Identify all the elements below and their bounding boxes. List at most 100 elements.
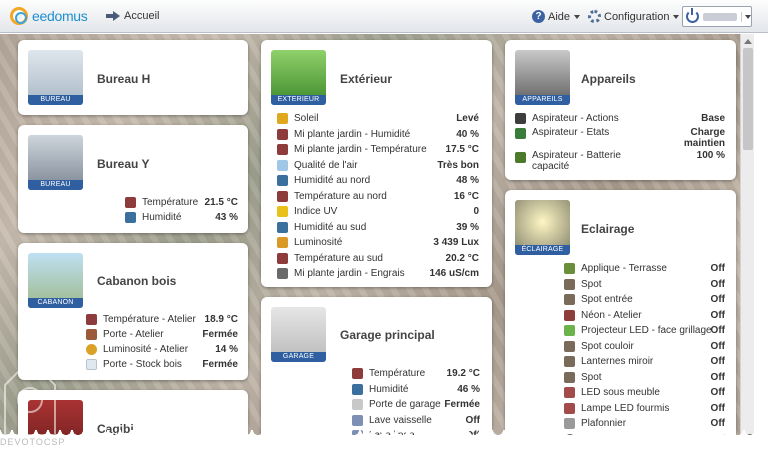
row-label: Qualité de l'air <box>294 159 358 171</box>
list-item[interactable]: Humidité au nord 48 % <box>277 173 479 188</box>
list-item[interactable]: Température au nord 16 °C <box>277 189 479 204</box>
row-value: Off <box>710 371 725 383</box>
card-title: Bureau H <box>97 72 151 86</box>
list-item[interactable]: Mi plante jardin - Engrais 146 uS/cm <box>277 266 479 281</box>
row-value: Off <box>710 387 725 398</box>
row-value: 16 °C <box>453 190 479 202</box>
row-label: Aspirateur - Actions <box>532 113 619 124</box>
scroll-thumb[interactable] <box>743 48 753 150</box>
card-title: Garage principal <box>340 328 435 342</box>
row-value: 48 % <box>456 175 479 186</box>
list-item[interactable]: Humidité au sud 39 % <box>277 220 479 235</box>
list-item[interactable]: Température au sud 20.2 °C <box>277 251 479 266</box>
list-item[interactable]: Soleil Levé <box>277 111 479 126</box>
row-value: Off <box>710 278 725 290</box>
list-item[interactable]: Aspirateur - Etats Charge maintien <box>515 126 725 149</box>
list-item[interactable]: Mi plante jardin - Température 17.5 °C <box>277 142 479 157</box>
eclairage-thumbnail: ÉCLAIRAGE <box>515 200 570 255</box>
vertical-scrollbar[interactable] <box>740 34 754 444</box>
list-item[interactable]: Porte - Atelier Fermée <box>86 327 238 342</box>
room-card-exterieur[interactable]: EXTERIEUR Extérieur Soleil Levé Mi plante … <box>261 40 492 287</box>
list-item[interactable]: Température - Atelier 18.9 °C <box>86 312 238 327</box>
configuration-menu[interactable]: Configuration <box>588 10 680 23</box>
list-item[interactable]: Humidité 46 % <box>352 382 480 397</box>
light-icon <box>564 418 575 429</box>
list-item[interactable]: Néon - Atelier Off <box>564 308 725 323</box>
room-card-appareils[interactable]: APPAREILS Appareils Aspirateur - Actions… <box>505 40 736 180</box>
room-card-bureau-y[interactable]: BUREAU Bureau Y Température 21.5 °C Humi… <box>18 125 248 233</box>
row-label: Projecteur LED - face grillage <box>581 325 711 336</box>
list-item[interactable]: Lave vaisselle Off <box>352 413 480 428</box>
list-item[interactable]: Spot Off <box>564 370 725 385</box>
list-item[interactable]: Lampe LED fourmis Off <box>564 401 725 416</box>
list-item[interactable]: Luminosité 3 439 Lux <box>277 235 479 250</box>
row-value: 100 % <box>696 150 725 161</box>
arrow-right-icon <box>106 11 120 21</box>
list-item[interactable]: Projecteur LED - face grillage Off <box>564 323 725 338</box>
list-item[interactable]: Humidité 43 % <box>125 210 238 225</box>
light-icon <box>564 309 575 321</box>
row-value: 39 % <box>456 221 479 233</box>
row-label: Lampe LED fourmis <box>581 402 670 414</box>
light-icon <box>564 387 575 398</box>
torn-edge <box>0 430 768 454</box>
card-title: Appareils <box>581 72 636 86</box>
row-value: Base <box>701 113 725 124</box>
list-item[interactable]: Spot Off <box>564 277 725 292</box>
bureau-y-thumbnail: BUREAU <box>28 135 83 190</box>
scroll-up-icon[interactable] <box>744 39 752 44</box>
cabanon-thumbnail: CABANON <box>28 253 83 308</box>
list-item[interactable]: LED sous meuble Off <box>564 385 725 400</box>
list-item[interactable]: Plafonnier Off <box>564 416 725 431</box>
list-item[interactable]: Porte - Stock bois Fermée <box>86 357 238 372</box>
list-item[interactable]: Qualité de l'air Très bon <box>277 158 479 173</box>
thumbnail-caption: CABANON <box>28 298 83 308</box>
list-item[interactable]: Mi plante jardin - Humidité 40 % <box>277 127 479 142</box>
vacuum-icon <box>515 113 526 124</box>
row-label: Spot <box>581 371 602 383</box>
list-item[interactable]: Luminosité - Atelier 14 % <box>86 342 238 357</box>
row-label: Température au sud <box>294 252 383 264</box>
row-value: 17.5 °C <box>445 144 479 155</box>
card-title: Extérieur <box>340 72 393 86</box>
card-title: Bureau Y <box>97 157 150 171</box>
eedomus-logo[interactable]: eedomus <box>10 7 88 25</box>
appareils-thumbnail: APPAREILS <box>515 50 570 105</box>
account-menu[interactable] <box>682 6 752 27</box>
room-card-bureau-h[interactable]: BUREAU Bureau H <box>18 40 248 115</box>
row-value: Très bon <box>437 159 479 171</box>
list-item[interactable]: Aspirateur - Batterie capacité 100 % <box>515 150 725 174</box>
light-icon <box>564 325 575 336</box>
chevron-down-icon <box>574 14 581 19</box>
row-label: LED sous meuble <box>581 387 660 398</box>
room-card-garage-principal[interactable]: GARAGE Garage principal Température 19.2 … <box>261 297 492 450</box>
light-icon <box>564 356 575 367</box>
garage-thumbnail: GARAGE <box>271 307 326 362</box>
thermometer-icon <box>352 368 363 379</box>
door-icon <box>86 359 97 370</box>
room-card-eclairage[interactable]: ÉCLAIRAGE Eclairage Applique - Terrasse O… <box>505 190 736 452</box>
list-item[interactable]: Spot couloir Off <box>564 339 725 354</box>
help-label: Aide <box>548 10 571 23</box>
chevron-down-icon[interactable] <box>741 12 751 22</box>
help-menu[interactable]: ? Aide <box>532 10 581 23</box>
list-item[interactable]: Spot entrée Off <box>564 292 725 307</box>
thermometer-icon <box>86 314 97 325</box>
thumbnail-caption: EXTERIEUR <box>271 95 326 105</box>
list-item[interactable]: Lanternes miroir Off <box>564 354 725 369</box>
card-title: Cabanon bois <box>97 274 177 288</box>
row-label: Spot entrée <box>581 294 633 305</box>
list-item[interactable]: Indice UV 0 <box>277 204 479 219</box>
list-item[interactable]: Température 19.2 °C <box>352 366 480 381</box>
row-value: 43 % <box>215 212 238 223</box>
row-value: 146 uS/cm <box>429 268 479 279</box>
home-link[interactable]: Accueil <box>106 10 159 22</box>
list-item[interactable]: Porte de garage Fermée <box>352 397 480 412</box>
row-value: 46 % <box>457 383 480 395</box>
row-value: Off <box>710 309 725 321</box>
humidity-icon <box>352 383 363 395</box>
list-item[interactable]: Aspirateur - Actions Base <box>515 111 725 126</box>
list-item[interactable]: Applique - Terrasse Off <box>564 261 725 276</box>
list-item[interactable]: Température 21.5 °C <box>125 195 238 210</box>
light-icon <box>564 340 575 352</box>
